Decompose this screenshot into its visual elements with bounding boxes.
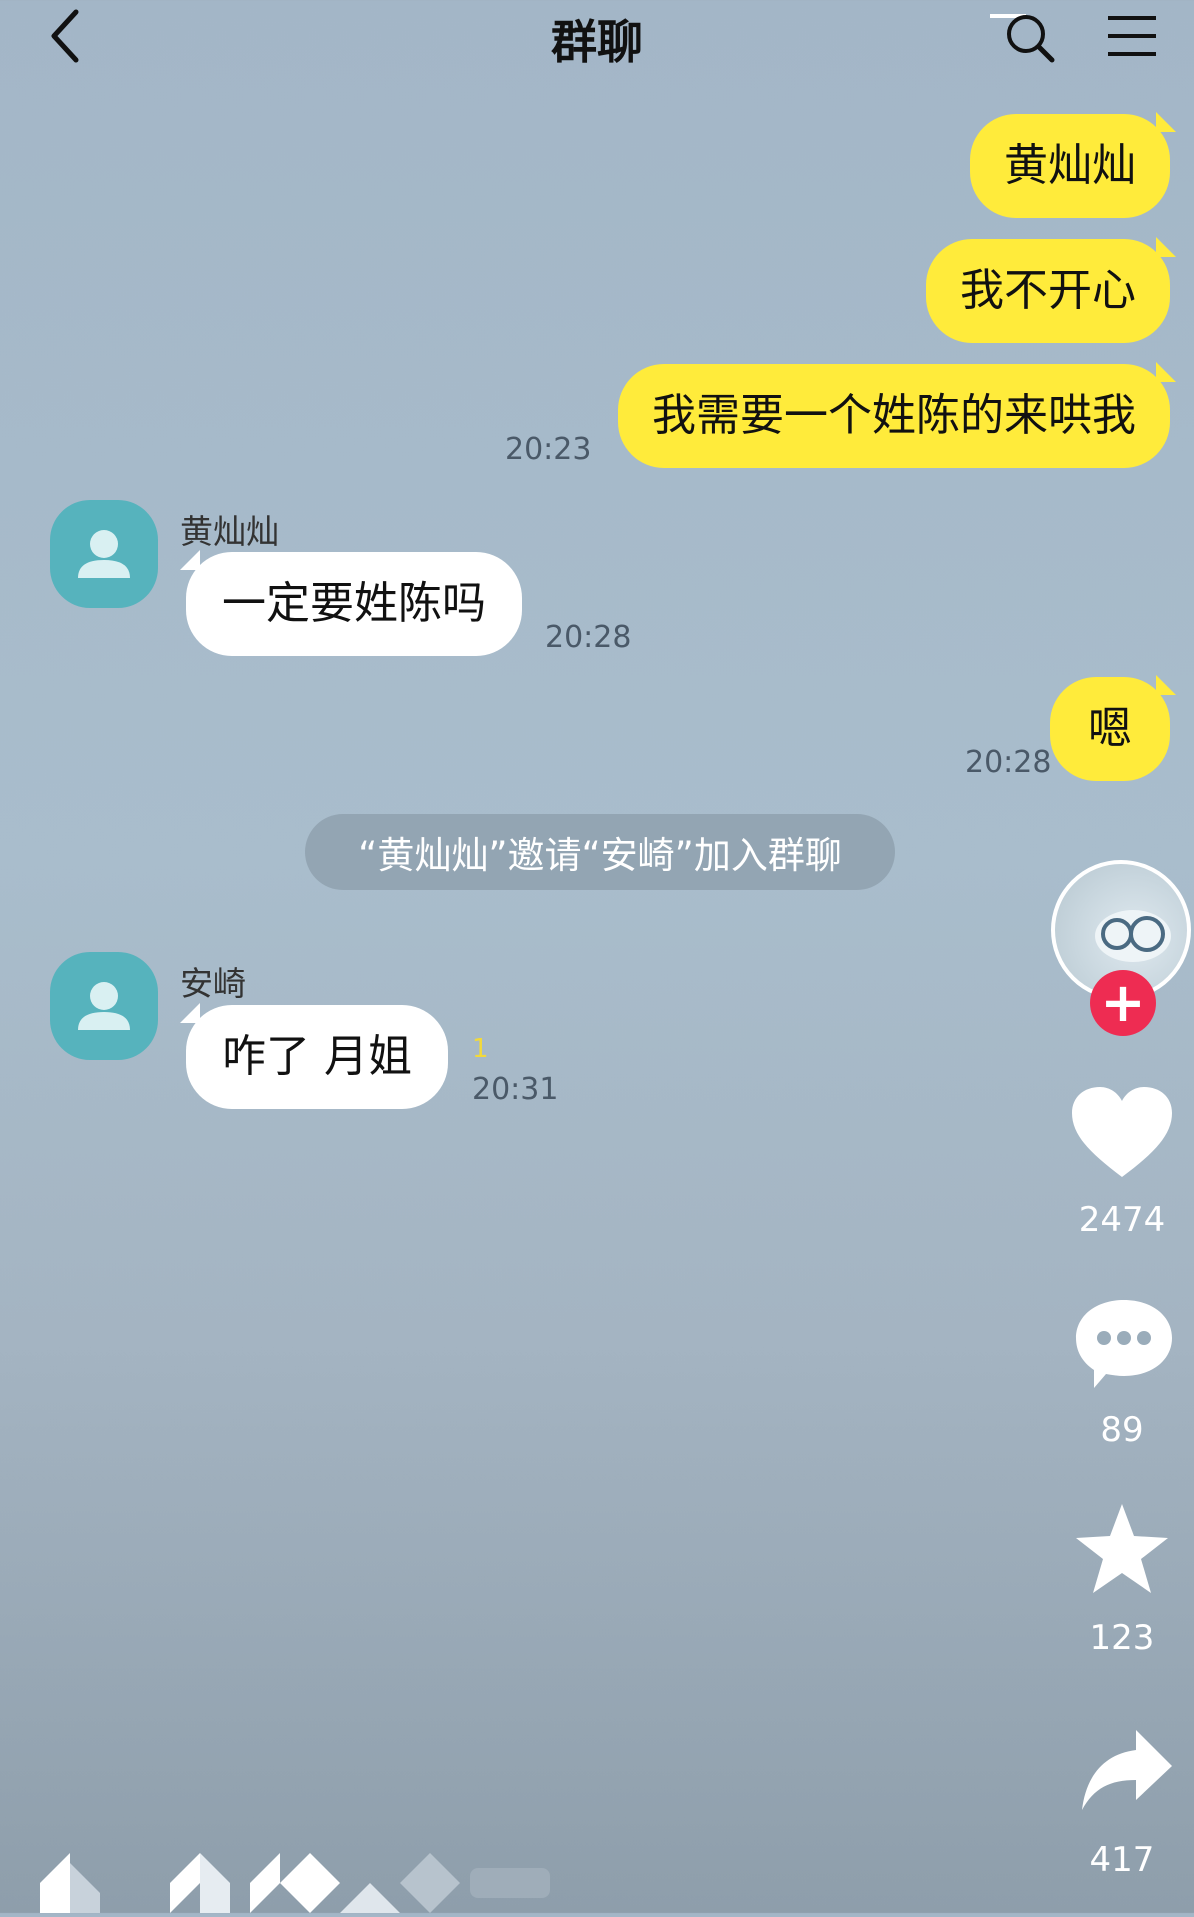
- message-time: 20:31: [472, 1072, 559, 1107]
- favorite-count: 123: [1089, 1618, 1155, 1658]
- star-icon[interactable]: [1074, 1502, 1170, 1596]
- avatar[interactable]: [50, 500, 158, 608]
- message-bubble-outgoing[interactable]: 嗯: [1050, 677, 1170, 781]
- message-bubble-incoming[interactable]: 咋了 月姐: [180, 1003, 448, 1109]
- message-text: 我不开心: [960, 265, 1136, 316]
- message-text: 黄灿灿: [1004, 140, 1136, 191]
- avatar[interactable]: [50, 952, 158, 1060]
- unread-count: 1: [472, 1034, 489, 1064]
- blurred-caption-mosaic: [0, 1830, 560, 1913]
- message-time: 20:28: [545, 620, 632, 655]
- message-bubble-outgoing[interactable]: 黄灿灿: [970, 114, 1170, 218]
- share-icon[interactable]: [1078, 1728, 1174, 1812]
- sender-name: 安崎: [180, 964, 246, 1003]
- comment-icon[interactable]: [1072, 1296, 1176, 1392]
- like-count: 2474: [1078, 1200, 1166, 1240]
- message-bubble-outgoing[interactable]: 我不开心: [926, 239, 1170, 343]
- message-bubble-incoming[interactable]: 一定要姓陈吗: [180, 550, 522, 656]
- menu-icon[interactable]: [1104, 12, 1160, 60]
- heart-icon[interactable]: [1070, 1085, 1174, 1181]
- sender-name: 黄灿灿: [180, 512, 279, 551]
- system-notice: “黄灿灿”邀请“安崎”加入群聊: [305, 814, 895, 890]
- message-bubble-outgoing[interactable]: 我需要一个姓陈的来哄我: [618, 364, 1170, 468]
- message-text: 咋了 月姐: [222, 1031, 412, 1082]
- comment-count: 89: [1100, 1410, 1144, 1450]
- message-text: 我需要一个姓陈的来哄我: [652, 390, 1136, 441]
- search-icon[interactable]: [990, 8, 1060, 68]
- message-time: 20:28: [965, 745, 1052, 780]
- share-count: 417: [1089, 1840, 1155, 1880]
- message-text: 嗯: [1088, 703, 1132, 754]
- message-text: 一定要姓陈吗: [222, 578, 486, 629]
- message-time: 20:23: [505, 432, 592, 467]
- follow-plus-icon[interactable]: +: [1090, 970, 1156, 1036]
